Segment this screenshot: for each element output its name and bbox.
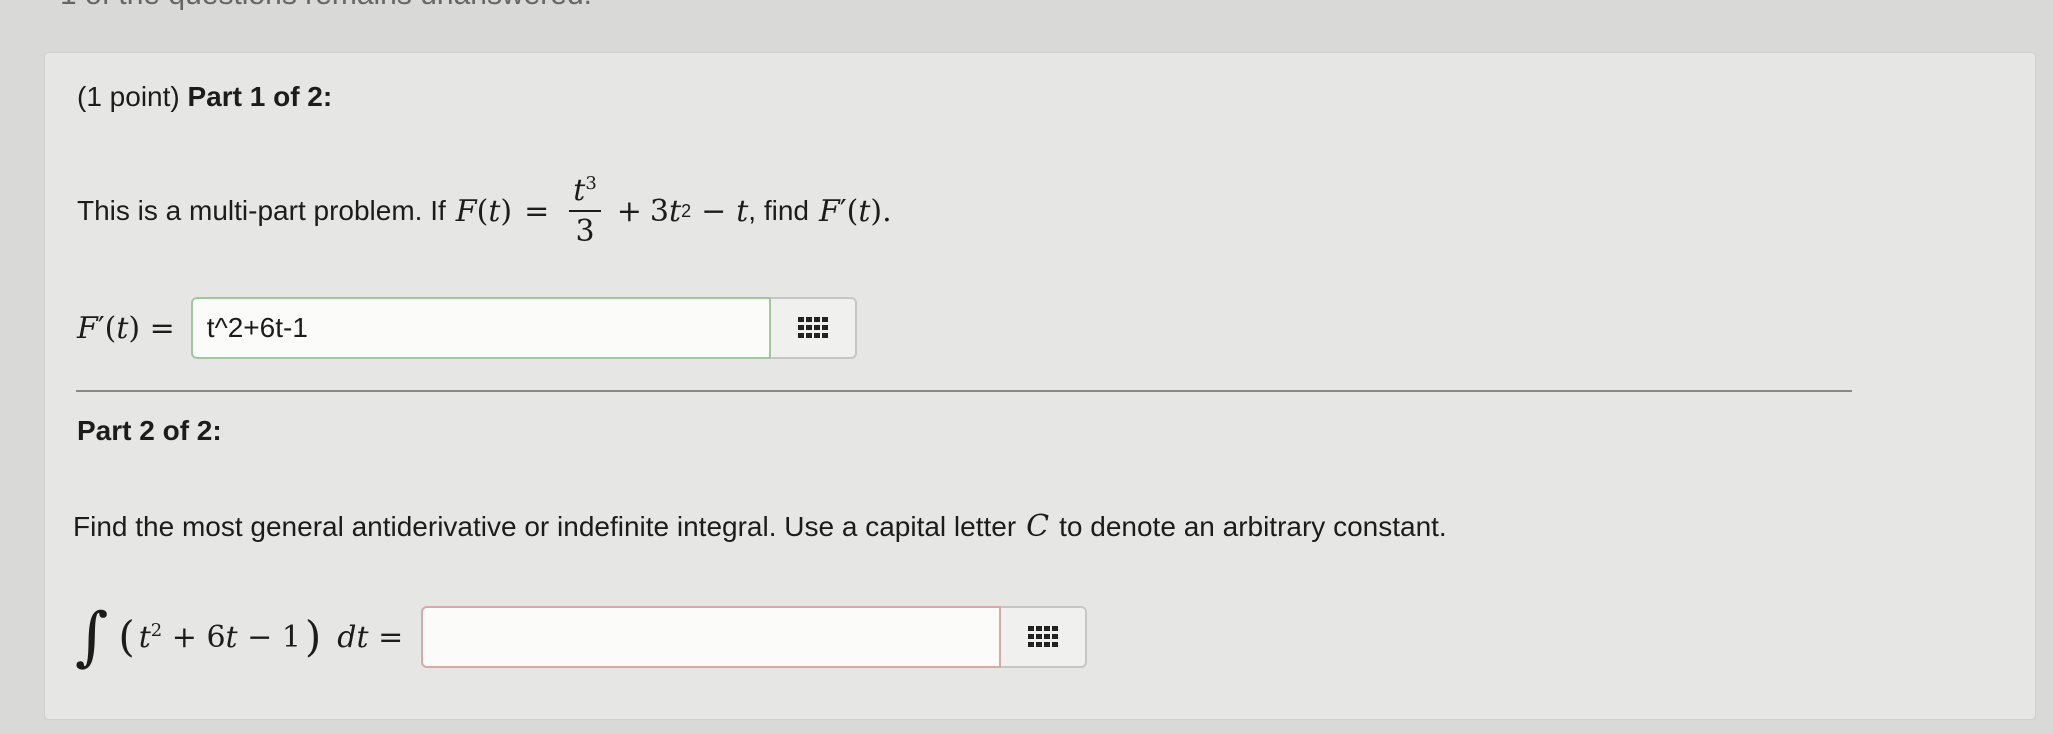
unanswered-notice: 1 of the questions remains unanswered. (60, 0, 592, 12)
fraction-t3-over-3: t3 3 (569, 173, 601, 249)
part2-header: Part 2 of 2: (77, 415, 222, 447)
part1-intro: This is a multi-part problem. If (77, 195, 446, 226)
integrand: t2 + 6t − 1 (138, 619, 301, 655)
keypad-grid-icon (797, 317, 828, 338)
part2-instruction-a: Find the most general antiderivative or … (73, 510, 1017, 542)
question-panel: (1 point) Part 1 of 2: This is a multi-p… (44, 52, 2036, 720)
part1-after: , find (748, 195, 809, 226)
part1-answer-label: F′(t) = (77, 310, 175, 346)
part2-answer-row: ∫ ( t2 + 6t − 1 ) dt = (75, 600, 1088, 674)
part2-answer-input[interactable] (421, 606, 1002, 668)
keypad-grid-icon (1028, 626, 1059, 647)
part1-header: (1 point) Part 1 of 2: (77, 81, 332, 113)
part1-answer-input[interactable]: t^2+6t-1 (190, 297, 771, 359)
constant-letter: C (1026, 509, 1050, 544)
part2-title: Part 2 of 2: (77, 415, 222, 446)
part-divider (76, 390, 1852, 392)
part1-answer-row: F′(t) = t^2+6t-1 (77, 297, 857, 359)
part2-instruction-b: to denote an arbitrary constant. (1059, 510, 1447, 542)
integral-sign: ∫ (75, 600, 109, 674)
part1-keypad-button[interactable] (770, 297, 857, 359)
part2-instruction: Find the most general antiderivative or … (73, 509, 1447, 544)
points-label: (1 point) (77, 81, 180, 112)
part1-problem: This is a multi-part problem. If F(t) = … (77, 173, 892, 249)
part2-keypad-button[interactable] (1001, 606, 1088, 668)
function-expression: F (455, 193, 477, 229)
part1-title: Part 1 of 2: (187, 81, 333, 112)
